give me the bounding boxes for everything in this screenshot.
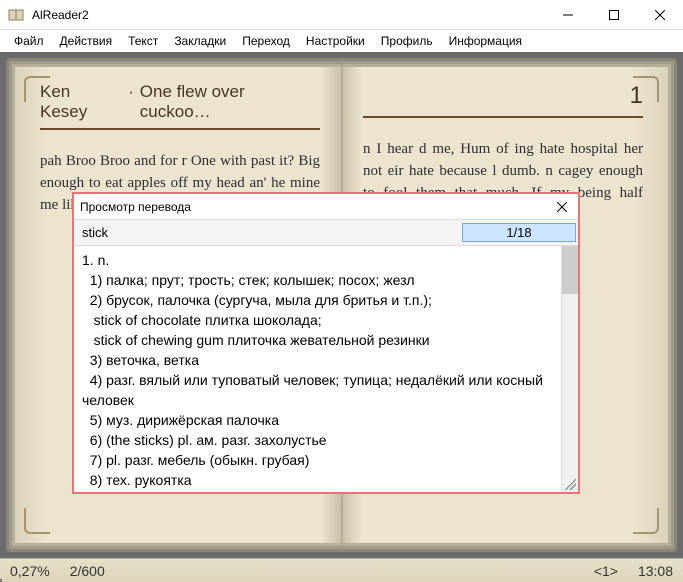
definition-line: 1. n. (82, 250, 553, 270)
status-percent: 0,27% (10, 563, 50, 579)
minimize-icon (563, 10, 573, 20)
minimize-button[interactable] (545, 0, 591, 29)
result-counter[interactable]: 1/18 (462, 223, 576, 242)
definition-line: 8) тех. рукоятка (82, 470, 553, 490)
menu-settings[interactable]: Настройки (298, 32, 373, 50)
resize-grip-icon[interactable] (564, 478, 576, 490)
status-profile: <1> (594, 563, 618, 579)
definition-list: 1. n. 1) палка; прут; трость; стек; колы… (74, 246, 561, 492)
book-title: One flew over cuckoo… (140, 82, 320, 122)
definition-line: 3) веточка, ветка (82, 350, 553, 370)
book-area[interactable]: Ken Kesey · One flew over cuckoo… pah Br… (0, 52, 683, 558)
definition-line: 6) (the sticks) pl. ам. разг. захолустье (82, 430, 553, 450)
definition-line: stick of chocolate плитка шоколада; (82, 310, 553, 330)
status-time: 13:08 (638, 563, 673, 579)
close-icon (655, 10, 665, 20)
popup-close-button[interactable] (552, 199, 572, 215)
close-icon (557, 202, 567, 212)
menubar: Файл Действия Текст Закладки Переход Нас… (0, 30, 683, 52)
popup-title: Просмотр перевода (80, 200, 552, 214)
book-author: Ken Kesey (40, 82, 122, 122)
menu-text[interactable]: Текст (120, 32, 166, 50)
page-number-heading: 1 (363, 82, 643, 118)
menu-profile[interactable]: Профиль (373, 32, 441, 50)
titlebar: AlReader2 (0, 0, 683, 30)
statusbar: 0,27% 2/600 <1> 13:08 (0, 558, 683, 582)
maximize-button[interactable] (591, 0, 637, 29)
definition-line: stick of chewing gum плиточка жевательно… (82, 330, 553, 350)
menu-file[interactable]: Файл (6, 32, 52, 50)
popup-titlebar[interactable]: Просмотр перевода (74, 194, 578, 220)
page-number: 1 (630, 82, 643, 110)
definition-line: 5) муз. дирижёрская палочка (82, 410, 553, 430)
definition-line: 7) pl. разг. мебель (обыкн. грубая) (82, 450, 553, 470)
window-title: AlReader2 (32, 8, 545, 22)
book-heading: Ken Kesey · One flew over cuckoo… (40, 82, 320, 130)
dot-icon: · (122, 82, 140, 102)
translation-popup: Просмотр перевода stick 1/18 1. n. 1) па… (72, 192, 580, 494)
lookup-word[interactable]: stick (74, 225, 462, 240)
window-controls (545, 0, 683, 29)
popup-body: 1. n. 1) палка; прут; трость; стек; колы… (74, 246, 578, 492)
definition-line: 1) палка; прут; трость; стек; колышек; п… (82, 270, 553, 290)
popup-query-row: stick 1/18 (74, 220, 578, 246)
definition-line: 9) текст. трепало, мяло (82, 490, 553, 492)
definition-line: 2) брусок, палочка (сургуча, мыла для бр… (82, 290, 553, 310)
menu-bookmarks[interactable]: Закладки (166, 32, 234, 50)
close-button[interactable] (637, 0, 683, 29)
popup-scrollbar[interactable] (561, 246, 578, 492)
menu-goto[interactable]: Переход (234, 32, 298, 50)
scrollbar-thumb[interactable] (562, 246, 578, 294)
definition-line: 4) разг. вялый или туповатый человек; ту… (82, 370, 553, 410)
menu-info[interactable]: Информация (441, 32, 530, 50)
menu-actions[interactable]: Действия (52, 32, 121, 50)
app-icon (8, 7, 24, 23)
status-pages: 2/600 (70, 563, 105, 579)
maximize-icon (609, 10, 619, 20)
